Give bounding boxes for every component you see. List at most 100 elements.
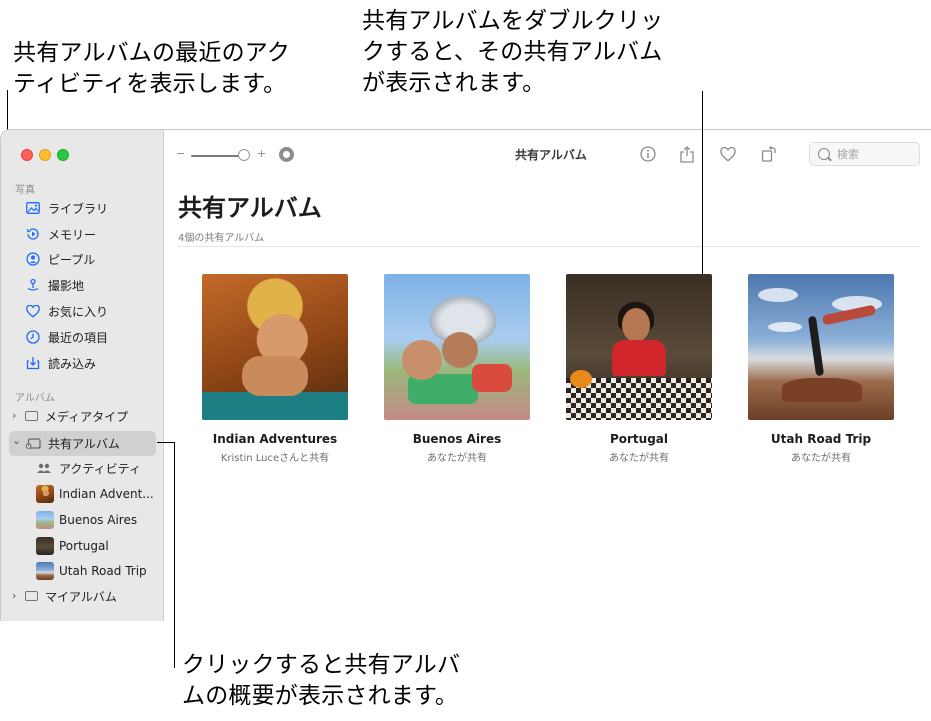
sidebar-item-label: メモリー — [48, 227, 97, 242]
heart-icon — [25, 303, 41, 319]
favorite-button[interactable] — [718, 144, 738, 164]
share-button[interactable] — [677, 144, 697, 164]
sidebar-section-photos: 写真 — [15, 185, 35, 196]
photo-detail — [612, 340, 666, 376]
album-cover-photo[interactable] — [202, 274, 348, 420]
album-cover-photo[interactable] — [748, 274, 894, 420]
sidebar-item-shared-album[interactable]: Portugal — [36, 534, 170, 558]
photo-detail — [402, 340, 442, 380]
album-cover-photo[interactable] — [384, 274, 530, 420]
import-icon — [25, 355, 41, 371]
sidebar-item-people[interactable]: ピープル — [25, 247, 159, 271]
window-title: 共有アルバム — [515, 148, 587, 162]
sidebar-item-my-albums[interactable]: マイアルバム — [25, 584, 159, 608]
sidebar-item-shared-album[interactable]: Utah Road Trip — [36, 559, 170, 583]
search-icon — [818, 148, 830, 160]
sidebar-item-shared-album[interactable]: Indian Advent... — [36, 482, 170, 506]
search-field[interactable]: 検索 — [809, 142, 920, 166]
sidebar-item-label: アクティビティ — [59, 461, 141, 476]
slideshow-button[interactable] — [279, 147, 294, 162]
album-thumbnail — [36, 562, 54, 580]
sidebar-item-imports[interactable]: 読み込み — [25, 351, 159, 375]
page-title: 共有アルバム — [178, 194, 322, 222]
heart-icon — [720, 146, 736, 162]
sidebar-item-label: マイアルバム — [45, 589, 117, 604]
album-cover-photo[interactable] — [566, 274, 712, 420]
sidebar-item-recents[interactable]: 最近の項目 — [25, 325, 159, 349]
folder-icon — [25, 411, 38, 421]
album-card-portugal[interactable]: Portugal あなたが共有 — [566, 274, 712, 464]
sidebar-item-label: 最近の項目 — [48, 330, 109, 345]
search-placeholder: 検索 — [837, 148, 859, 161]
album-title: Portugal — [609, 432, 669, 446]
sidebar-item-label: 共有アルバム — [48, 436, 120, 451]
sidebar-item-memories[interactable]: メモリー — [25, 222, 159, 246]
rotate-icon — [761, 146, 776, 162]
sidebar-item-label: Portugal — [59, 539, 109, 553]
sidebar-item-shared-albums[interactable]: 共有アルバム — [25, 431, 159, 455]
album-share-status: Kristin Luceさんと共有 — [220, 453, 330, 464]
zoom-window-button[interactable] — [57, 149, 69, 161]
sidebar-section-albums: アルバム — [15, 393, 55, 404]
leader-line-shared-vert — [174, 442, 175, 668]
album-title: Indian Adventures — [212, 432, 338, 446]
places-icon — [25, 277, 41, 293]
photo-library-icon — [25, 200, 41, 216]
zoom-slider-knob[interactable] — [238, 149, 250, 161]
sidebar-item-label: お気に入り — [48, 304, 109, 319]
rotate-button[interactable] — [759, 144, 779, 164]
album-count: 4個の共有アルバム — [178, 233, 265, 244]
info-button[interactable] — [638, 144, 658, 164]
album-share-status: あなたが共有 — [791, 453, 851, 464]
minimize-window-button[interactable] — [39, 149, 51, 161]
share-icon — [680, 145, 694, 163]
album-card-buenos-aires[interactable]: Buenos Aires あなたが共有 — [384, 274, 530, 464]
chevron-right-icon[interactable]: › — [12, 589, 16, 602]
people-icon — [25, 251, 41, 267]
folder-icon — [25, 591, 38, 601]
sidebar-item-places[interactable]: 撮影地 — [25, 273, 159, 297]
info-icon — [640, 146, 656, 162]
documentation-figure: 共有アルバムの最近のアク ティビティを表示します。 共有アルバムをダブルクリッ … — [0, 0, 931, 721]
album-share-status: あなたが共有 — [427, 453, 487, 464]
photo-detail — [242, 356, 308, 396]
sidebar-item-label: ピープル — [48, 252, 96, 267]
photo-detail — [768, 322, 802, 332]
callout-shared-overview: クリックすると共有アルバ ムの概要が表示されます。 — [182, 652, 461, 709]
sidebar-item-label: Buenos Aires — [59, 513, 138, 527]
sidebar-item-label: 撮影地 — [48, 278, 85, 293]
people-activity-icon — [36, 460, 52, 476]
photos-window: 写真 ライブラリ メモリー ピープル 撮影地 お気に入り 最近の項目 読み込み … — [0, 129, 931, 621]
album-title: Buenos Aires — [412, 432, 502, 446]
photo-detail — [472, 364, 512, 392]
sidebar-item-shared-album[interactable]: Buenos Aires — [36, 508, 170, 532]
zoom-slider[interactable] — [191, 155, 243, 157]
sidebar-item-library[interactable]: ライブラリ — [25, 196, 159, 220]
photo-detail — [782, 378, 862, 402]
photo-detail — [442, 332, 478, 368]
sidebar-item-media-types[interactable]: メディアタイプ — [25, 404, 159, 428]
chevron-down-icon[interactable]: ⌄ — [12, 434, 21, 447]
callout-activity: 共有アルバムの最近のアク ティビティを表示します。 — [13, 40, 291, 97]
divider — [178, 246, 920, 247]
zoom-out-icon[interactable]: − — [176, 147, 185, 160]
sidebar-item-activity[interactable]: アクティビティ — [36, 456, 170, 480]
leader-line-shared — [157, 442, 175, 443]
sidebar-item-favorites[interactable]: お気に入り — [25, 299, 159, 323]
leader-line-double-click — [702, 91, 703, 275]
sidebar-item-label: ライブラリ — [48, 201, 109, 216]
album-card-indian-adventures[interactable]: Indian Adventures Kristin Luceさんと共有 — [202, 274, 348, 464]
close-window-button[interactable] — [21, 149, 33, 161]
sidebar-item-label: Indian Advent... — [59, 487, 154, 501]
album-card-utah-road-trip[interactable]: Utah Road Trip あなたが共有 — [748, 274, 894, 464]
memories-icon — [25, 226, 41, 242]
photo-detail — [807, 315, 825, 377]
chevron-right-icon[interactable]: › — [12, 409, 16, 422]
album-share-status: あなたが共有 — [609, 453, 669, 464]
sidebar: 写真 ライブラリ メモリー ピープル 撮影地 お気に入り 最近の項目 読み込み … — [1, 130, 164, 621]
sidebar-item-label: Utah Road Trip — [59, 564, 147, 578]
zoom-in-icon[interactable]: + — [257, 147, 266, 160]
photo-detail — [570, 370, 592, 388]
callout-double-click: 共有アルバムをダブルクリッ クすると、その共有アルバム が表示されます。 — [362, 8, 664, 96]
photo-detail — [622, 308, 650, 342]
